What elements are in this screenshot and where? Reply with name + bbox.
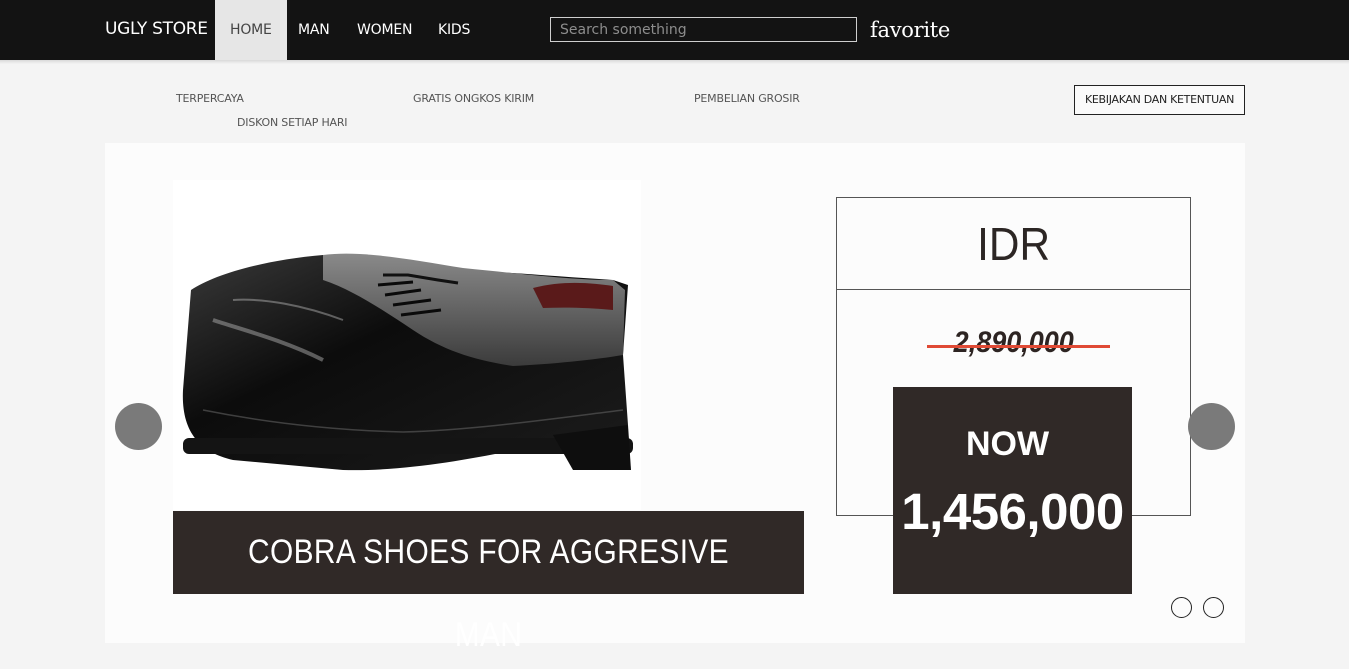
slide-dot-1[interactable] <box>1171 597 1192 618</box>
feature-wholesale: PEMBELIAN GROSIR <box>694 92 800 105</box>
now-label: NOW <box>965 425 1050 463</box>
feature-terpercaya: TERPERCAYA <box>176 92 244 105</box>
shoe-image <box>182 253 633 471</box>
navbar-shadow <box>0 60 1349 64</box>
search-input[interactable] <box>550 17 857 42</box>
policy-button[interactable]: KEBIJAKAN DAN KETENTUAN <box>1074 85 1245 115</box>
product-slider: COBRA SHOES FOR AGGRESIVE MAN IDR 2,890,… <box>105 143 1245 654</box>
product-caption: COBRA SHOES FOR AGGRESIVE MAN <box>173 511 804 654</box>
nav-home[interactable]: HOME <box>215 0 287 60</box>
next-slide-button[interactable] <box>1188 403 1235 450</box>
currency-text: IDR <box>977 218 1050 270</box>
feature-free-shipping: GRATIS ONGKOS KIRIM <box>413 92 535 105</box>
nav-man[interactable]: MAN <box>298 0 330 60</box>
nav-kids[interactable]: KIDS <box>438 0 470 60</box>
brand-logo[interactable]: UGLY STORE <box>105 19 208 39</box>
feature-daily-discount: DISKON SETIAP HARI <box>237 116 348 129</box>
slide-dot-2[interactable] <box>1203 597 1224 618</box>
nav-women[interactable]: WOMEN <box>357 0 412 60</box>
top-navbar: UGLY STORE HOME MAN WOMEN KIDS favorite <box>0 0 1349 60</box>
old-price-text: 2,890,000 <box>953 326 1074 359</box>
now-price: 1,456,000 <box>901 483 1124 540</box>
caption-text: COBRA SHOES FOR AGGRESIVE MAN <box>247 533 730 654</box>
old-price-strike <box>927 345 1110 348</box>
favorite-link[interactable]: favorite <box>870 18 950 42</box>
now-price-box: NOW 1,456,000 <box>893 387 1132 594</box>
prev-slide-button[interactable] <box>115 403 162 450</box>
currency-label: IDR <box>837 198 1190 290</box>
old-price: 2,890,000 <box>837 326 1190 360</box>
product-image <box>173 180 641 510</box>
